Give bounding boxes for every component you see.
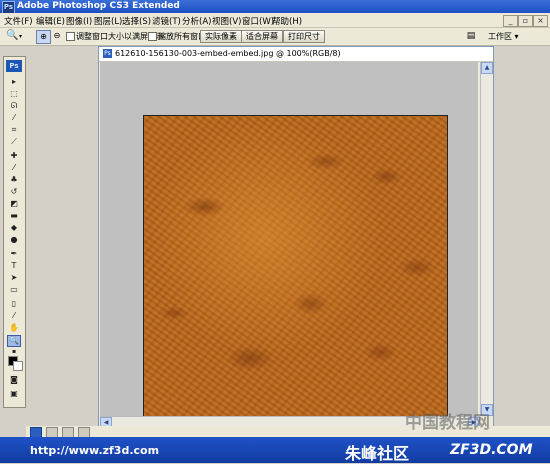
menu-edit[interactable]: 编辑(E) — [36, 15, 65, 27]
blur-tool-icon[interactable]: ◆ — [8, 223, 20, 233]
menu-view[interactable]: 视图(V) — [212, 15, 241, 27]
print-size-button[interactable]: 打印尺寸 — [283, 30, 325, 43]
eraser-tool-icon[interactable]: ◩ — [8, 199, 20, 209]
vertical-scrollbar[interactable]: ▲ ▼ — [480, 62, 493, 416]
zoom-tool-icon[interactable]: 🔍 — [7, 335, 21, 347]
fit-screen-button[interactable]: 适合屏幕 — [241, 30, 283, 43]
brand-site: ZF3D.COM — [450, 442, 533, 458]
window-title: Adobe Photoshop CS3 Extended — [17, 1, 180, 11]
menu-file[interactable]: 文件(F) — [4, 15, 33, 27]
path-selection-tool-icon[interactable]: ➤ — [8, 273, 20, 283]
menu-layer[interactable]: 图层(L) — [94, 15, 122, 27]
leather-texture-image[interactable] — [143, 115, 448, 420]
background-color-swatch[interactable] — [13, 361, 23, 371]
workspace-menu[interactable]: 工作区 ▾ — [488, 31, 519, 42]
notes-tool-icon[interactable]: ▯ — [8, 299, 20, 309]
document-title: 612610-156130-003-embed-embed.jpg @ 100%… — [115, 49, 341, 58]
history-brush-tool-icon[interactable]: ↺ — [8, 187, 20, 197]
crop-tool-icon[interactable]: ⌗ — [8, 125, 20, 135]
shape-tool-icon[interactable]: ▭ — [8, 285, 20, 295]
document-window: Ps 612610-156130-003-embed-embed.jpg @ 1… — [98, 46, 494, 431]
site-url[interactable]: http://www.zf3d.com — [30, 444, 159, 457]
clone-stamp-tool-icon[interactable]: ♣ — [8, 175, 20, 185]
actual-pixels-button[interactable]: 实际像素 — [200, 30, 242, 43]
zoom-out-icon[interactable]: ⊖ — [51, 30, 63, 42]
zoom-in-icon[interactable]: ⊕ — [36, 30, 51, 44]
footer-banner: http://www.zf3d.com 朱峰社区 ZF3D.COM — [0, 437, 550, 463]
move-tool-icon[interactable]: ▸ — [8, 77, 20, 87]
photoshop-logo: Ps — [6, 60, 22, 72]
type-tool-icon[interactable]: T — [8, 261, 20, 271]
zoom-tool-icon[interactable]: 🔍 — [6, 30, 18, 42]
eyedropper-tool-icon[interactable]: ⁄ — [8, 311, 20, 321]
screen-mode-icon[interactable]: ▣ — [8, 389, 20, 399]
slice-tool-icon[interactable]: ⟋ — [8, 137, 20, 147]
brush-tool-icon[interactable]: ⁄ — [8, 163, 20, 173]
zoom-all-windows-checkbox[interactable] — [148, 32, 157, 41]
chevron-down-icon[interactable]: ▾ — [19, 33, 22, 40]
watermark-text: 中国教程网 — [405, 413, 490, 433]
canvas-area[interactable] — [100, 62, 478, 420]
options-bar: 🔍 ▾ ⊕ ⊖ 调整窗口大小以满屏显示 缩放所有窗口 实际像素 适合屏幕 打印尺… — [0, 28, 550, 46]
document-title-bar[interactable]: Ps 612610-156130-003-embed-embed.jpg @ 1… — [99, 47, 493, 62]
menu-help[interactable]: 帮助(H) — [272, 15, 302, 27]
menu-select[interactable]: 选择(S) — [122, 15, 151, 27]
scroll-up-icon[interactable]: ▲ — [481, 62, 493, 74]
title-bar: Ps Adobe Photoshop CS3 Extended — [0, 0, 550, 14]
magic-wand-tool-icon[interactable]: ⁄ — [8, 113, 20, 123]
brand-name: 朱峰社区 — [345, 444, 410, 463]
menu-filter[interactable]: 滤镜(T) — [152, 15, 181, 27]
lasso-tool-icon[interactable]: ᘏ — [8, 101, 20, 111]
marquee-tool-icon[interactable]: ⬚ — [8, 89, 20, 99]
menu-window[interactable]: 窗口(W) — [242, 15, 274, 27]
menu-bar: 文件(F) 编辑(E) 图像(I) 图层(L) 选择(S) 滤镜(T) 分析(A… — [0, 13, 550, 28]
dodge-tool-icon[interactable]: ● — [8, 235, 20, 245]
resize-windows-checkbox[interactable] — [66, 32, 75, 41]
tools-panel: Ps ▸ ⬚ ᘏ ⁄ ⌗ ⟋ ✚ ⁄ ♣ ↺ ◩ ▬ ◆ ● ✒ T ➤ ▭ ▯… — [3, 56, 26, 408]
close-icon[interactable]: × — [533, 15, 548, 27]
healing-brush-tool-icon[interactable]: ✚ — [8, 151, 20, 161]
menu-analysis[interactable]: 分析(A) — [182, 15, 211, 27]
pen-tool-icon[interactable]: ✒ — [8, 249, 20, 259]
quick-mask-icon[interactable]: ◙ — [8, 375, 20, 385]
palette-well-icon[interactable]: ▤ — [464, 30, 478, 42]
hand-tool-icon[interactable]: ✋ — [8, 323, 20, 333]
menu-image[interactable]: 图像(I) — [66, 15, 92, 27]
gradient-tool-icon[interactable]: ▬ — [8, 211, 20, 221]
restore-icon[interactable]: ▫ — [518, 15, 533, 27]
minimize-icon[interactable]: _ — [503, 15, 518, 27]
zoom-all-windows-label: 缩放所有窗口 — [158, 32, 206, 41]
document-icon: Ps — [103, 49, 112, 58]
